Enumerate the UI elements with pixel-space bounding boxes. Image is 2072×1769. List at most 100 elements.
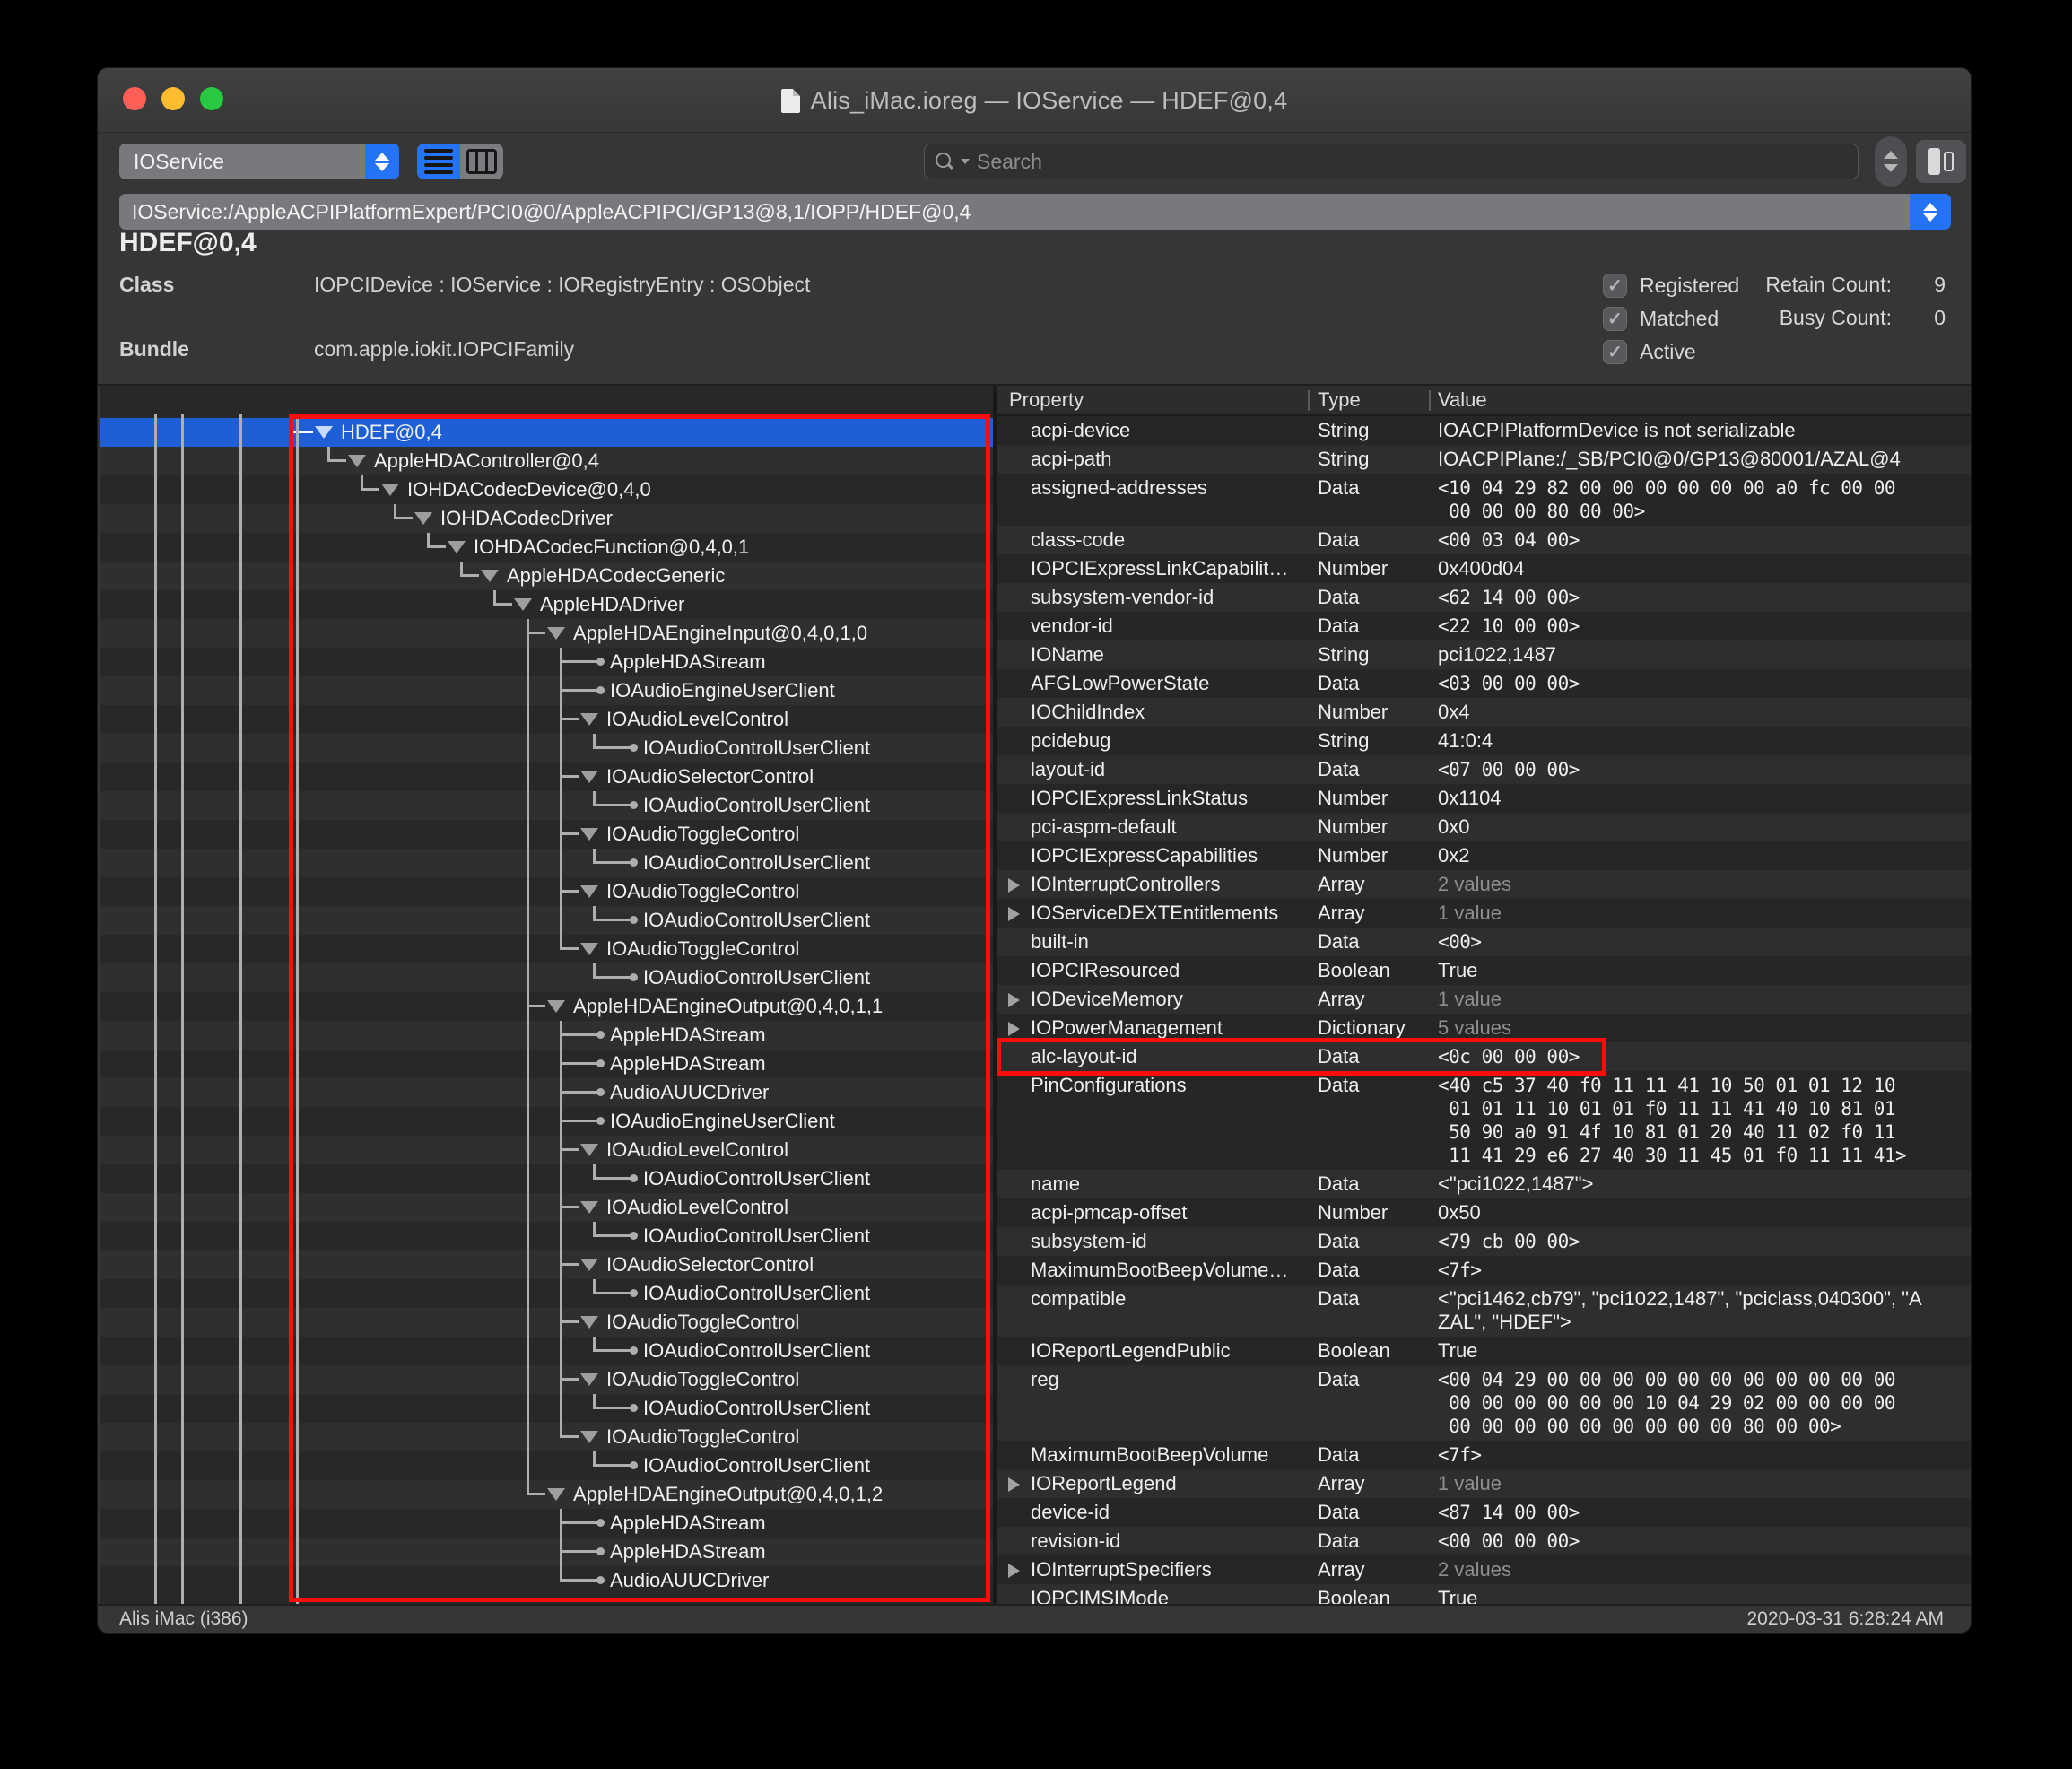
property-row[interactable]: alc-layout-idData<0c 00 00 00> <box>997 1042 1971 1071</box>
property-row[interactable]: pcidebugString41:0:4 <box>997 727 1971 755</box>
property-row[interactable]: assigned-addressesData<10 04 29 82 00 00… <box>997 474 1971 526</box>
tree-item[interactable]: AppleHDAStream <box>100 1050 993 1078</box>
disclosure-triangle-icon[interactable] <box>580 1259 598 1271</box>
tree-item[interactable]: IOAudioControlUserClient <box>100 734 993 762</box>
property-row[interactable]: IOPowerManagementDictionary5 values <box>997 1014 1971 1042</box>
property-row[interactable]: IONameStringpci1022,1487 <box>997 640 1971 669</box>
disclosure-triangle-icon[interactable] <box>481 570 499 582</box>
property-row[interactable]: IODeviceMemoryArray1 value <box>997 985 1971 1014</box>
property-row[interactable]: IOChildIndexNumber0x4 <box>997 698 1971 727</box>
property-row[interactable]: IOReportLegendPublicBooleanTrue <box>997 1337 1971 1365</box>
disclosure-triangle-icon[interactable] <box>580 943 598 955</box>
tree-item[interactable]: IOAudioToggleControl <box>100 1308 993 1337</box>
checkbox-icon[interactable]: ✓ <box>1603 274 1627 298</box>
property-row[interactable]: class-codeData<00 03 04 00> <box>997 526 1971 554</box>
tree-item[interactable]: IOAudioSelectorControl <box>100 762 993 791</box>
tree-item[interactable]: IOAudioToggleControl <box>100 935 993 963</box>
property-row[interactable]: built-inData<00> <box>997 928 1971 956</box>
property-row[interactable]: revision-idData<00 00 00 00> <box>997 1527 1971 1556</box>
tree-item[interactable]: IOAudioControlUserClient <box>100 849 993 877</box>
property-row[interactable]: pci-aspm-defaultNumber0x0 <box>997 813 1971 841</box>
checkbox-icon[interactable]: ✓ <box>1603 307 1627 331</box>
disclosure-triangle-icon[interactable] <box>547 1488 565 1501</box>
tree-item[interactable]: AppleHDADriver <box>100 590 993 619</box>
tree-item[interactable]: IOHDACodecDevice@0,4,0 <box>100 475 993 504</box>
tree-item[interactable]: AppleHDAController@0,4 <box>100 447 993 475</box>
column-header-value[interactable]: Value <box>1429 388 1971 412</box>
tree-item[interactable]: IOAudioLevelControl <box>100 1136 993 1164</box>
disclosure-triangle-icon[interactable] <box>348 455 366 467</box>
titlebar[interactable]: Alis_iMac.ioreg — IOService — HDEF@0,4 <box>98 68 1971 133</box>
dropdown-stepper-icon[interactable] <box>365 144 399 179</box>
search-scope-caret-icon[interactable] <box>961 159 970 164</box>
property-row[interactable]: IOServiceDEXTEntitlementsArray1 value <box>997 899 1971 928</box>
property-row[interactable]: IOPCIMSIModeBooleanTrue <box>997 1584 1971 1604</box>
expand-arrow-icon[interactable] <box>1008 993 1020 1007</box>
property-row[interactable]: MaximumBootBeepVolume…Data<7f> <box>997 1256 1971 1285</box>
registry-tree-pane[interactable]: HDEF@0,4AppleHDAController@0,4IOHDACodec… <box>100 386 993 1604</box>
property-row[interactable]: vendor-idData<22 10 00 00> <box>997 612 1971 640</box>
tree-item[interactable]: IOHDACodecDriver <box>100 504 993 533</box>
tree-item[interactable]: IOAudioControlUserClient <box>100 1164 993 1193</box>
property-row[interactable]: regData<00 04 29 00 00 00 00 00 00 00 00… <box>997 1365 1971 1441</box>
property-row[interactable]: IOPCIExpressLinkCapabilit…Number0x400d04 <box>997 554 1971 583</box>
tree-item[interactable]: AppleHDAStream <box>100 1538 993 1566</box>
property-row[interactable]: IOPCIResourcedBooleanTrue <box>997 956 1971 985</box>
list-view-button[interactable] <box>417 144 460 179</box>
tree-item[interactable]: IOAudioToggleControl <box>100 1365 993 1394</box>
tree-item[interactable]: AppleHDAStream <box>100 648 993 676</box>
disclosure-triangle-icon[interactable] <box>580 1431 598 1443</box>
tree-item[interactable]: AppleHDACodecGeneric <box>100 562 993 590</box>
expand-arrow-icon[interactable] <box>1008 907 1020 921</box>
property-row[interactable]: IOInterruptControllersArray2 values <box>997 870 1971 899</box>
path-stepper-icon[interactable] <box>1910 194 1951 230</box>
disclosure-triangle-icon[interactable] <box>514 598 532 611</box>
tree-item[interactable]: AudioAUUCDriver <box>100 1566 993 1595</box>
column-header-type[interactable]: Type <box>1308 388 1429 412</box>
history-stepper[interactable] <box>1875 136 1907 187</box>
property-row[interactable]: compatibleData<"pci1462,cb79", "pci1022,… <box>997 1285 1971 1337</box>
disclosure-triangle-icon[interactable] <box>580 1316 598 1329</box>
property-row[interactable]: IOInterruptSpecifiersArray2 values <box>997 1556 1971 1584</box>
tree-item[interactable]: IOAudioControlUserClient <box>100 1394 993 1423</box>
disclosure-triangle-icon[interactable] <box>315 426 333 439</box>
search-input[interactable]: Search <box>924 144 1859 179</box>
expand-arrow-icon[interactable] <box>1008 878 1020 893</box>
property-row[interactable]: PinConfigurationsData<40 c5 37 40 f0 11 … <box>997 1071 1971 1170</box>
tree-item[interactable]: IOAudioControlUserClient <box>100 963 993 992</box>
disclosure-triangle-icon[interactable] <box>580 1201 598 1214</box>
tree-item[interactable]: IOAudioToggleControl <box>100 1423 993 1451</box>
property-row[interactable]: device-idData<87 14 00 00> <box>997 1498 1971 1527</box>
inspector-toggle-button[interactable] <box>1916 140 1966 183</box>
tree-item[interactable]: IOAudioControlUserClient <box>100 791 993 820</box>
property-row[interactable]: layout-idData<07 00 00 00> <box>997 755 1971 784</box>
disclosure-triangle-icon[interactable] <box>580 828 598 841</box>
tree-item[interactable]: IOAudioSelectorControl <box>100 1250 993 1279</box>
property-row[interactable]: subsystem-vendor-idData<62 14 00 00> <box>997 583 1971 612</box>
column-view-button[interactable] <box>460 144 503 179</box>
property-row[interactable]: nameData<"pci1022,1487"> <box>997 1170 1971 1198</box>
property-row[interactable]: acpi-pmcap-offsetNumber0x50 <box>997 1198 1971 1227</box>
property-row[interactable]: IOPCIExpressLinkStatusNumber0x1104 <box>997 784 1971 813</box>
tree-item[interactable]: AppleHDAEngineOutput@0,4,0,1,2 <box>100 1480 993 1509</box>
tree-item[interactable]: HDEF@0,4 <box>100 418 993 447</box>
tree-item[interactable]: IOAudioEngineUserClient <box>100 676 993 705</box>
disclosure-triangle-icon[interactable] <box>580 1144 598 1156</box>
tree-item[interactable]: IOAudioLevelControl <box>100 705 993 734</box>
disclosure-triangle-icon[interactable] <box>381 484 399 496</box>
column-separator[interactable] <box>1308 390 1310 411</box>
property-row[interactable]: AFGLowPowerStateData<03 00 00 00> <box>997 669 1971 698</box>
tree-item[interactable]: IOAudioControlUserClient <box>100 1451 993 1480</box>
tree-item[interactable]: IOHDACodecFunction@0,4,0,1 <box>100 533 993 562</box>
tree-item[interactable]: IOAudioToggleControl <box>100 877 993 906</box>
tree-item[interactable]: AppleHDAEngineInput@0,4,0,1,0 <box>100 619 993 648</box>
disclosure-triangle-icon[interactable] <box>580 771 598 783</box>
property-row[interactable]: subsystem-idData<79 cb 00 00> <box>997 1227 1971 1256</box>
tree-item[interactable]: IOAudioToggleControl <box>100 820 993 849</box>
tree-item[interactable]: IOAudioControlUserClient <box>100 1337 993 1365</box>
tree-item[interactable]: AppleHDAStream <box>100 1509 993 1538</box>
expand-arrow-icon[interactable] <box>1008 1022 1020 1036</box>
tree-item[interactable]: AppleHDAEngineOutput@0,4,0,1,1 <box>100 992 993 1021</box>
disclosure-triangle-icon[interactable] <box>414 512 432 525</box>
tree-item[interactable]: IOAudioLevelControl <box>100 1193 993 1222</box>
